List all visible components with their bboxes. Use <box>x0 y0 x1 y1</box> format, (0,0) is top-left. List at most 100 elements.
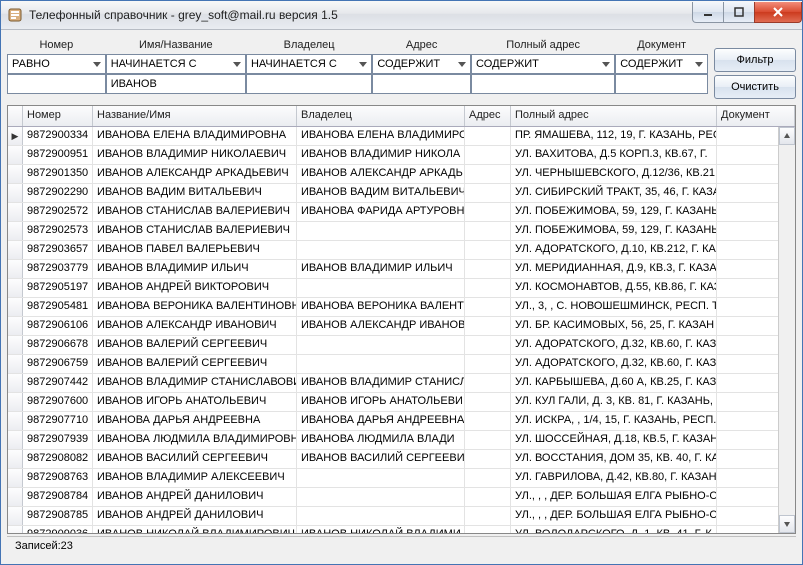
cell[interactable] <box>465 412 511 430</box>
cell[interactable]: 9872902290 <box>23 184 93 202</box>
cell[interactable]: ИВАНОВ АЛЕКСАНДР АРКАДЬЕВИЧ <box>93 165 297 183</box>
cell[interactable]: 9872909036 <box>23 526 93 533</box>
cell[interactable] <box>465 431 511 449</box>
cell[interactable] <box>297 241 465 259</box>
cell[interactable] <box>297 507 465 525</box>
filter-op-name[interactable]: НАЧИНАЕТСЯ С <box>106 54 246 74</box>
filter-op-owner[interactable]: НАЧИНАЕТСЯ С <box>246 54 372 74</box>
cell[interactable]: 9872907442 <box>23 374 93 392</box>
cell[interactable] <box>465 298 511 316</box>
cell[interactable]: ИВАНОВ СТАНИСЛАВ ВАЛЕРИЕВИЧ <box>93 222 297 240</box>
cell[interactable] <box>465 241 511 259</box>
cell[interactable]: ИВАНОВ АНДРЕЙ ДАНИЛОВИЧ <box>93 488 297 506</box>
grid-header-document[interactable]: Документ <box>717 106 795 126</box>
cell[interactable]: 9872905481 <box>23 298 93 316</box>
cell[interactable]: 9872907939 <box>23 431 93 449</box>
cell[interactable]: 9872908784 <box>23 488 93 506</box>
cell[interactable] <box>465 279 511 297</box>
cell[interactable] <box>465 469 511 487</box>
grid-header-number[interactable]: Номер <box>23 106 93 126</box>
cell[interactable] <box>465 336 511 354</box>
cell[interactable]: 9872902572 <box>23 203 93 221</box>
cell[interactable]: УЛ. ЧЕРНЫШЕВСКОГО, Д.12/36, КВ.21, <box>511 165 717 183</box>
cell[interactable]: УЛ. АДОРАТСКОГО, Д.10, КВ.212, Г. КА <box>511 241 717 259</box>
table-row[interactable]: 9872907600ИВАНОВ ИГОРЬ АНАТОЛЬЕВИЧИВАНОВ… <box>8 393 795 412</box>
table-row[interactable]: 9872905481ИВАНОВА ВЕРОНИКА ВАЛЕНТИНОВНАИ… <box>8 298 795 317</box>
cell[interactable]: 9872908785 <box>23 507 93 525</box>
maximize-button[interactable] <box>723 2 755 23</box>
table-row[interactable]: 9872909036ИВАНОВ НИКОЛАЙ ВЛАДИМИРОВИЧИВА… <box>8 526 795 533</box>
minimize-button[interactable] <box>692 2 724 23</box>
cell[interactable]: 9872908763 <box>23 469 93 487</box>
table-row[interactable]: 9872908785ИВАНОВ АНДРЕЙ ДАНИЛОВИЧУЛ., , … <box>8 507 795 526</box>
cell[interactable] <box>465 146 511 164</box>
cell[interactable]: УЛ. ВОЛОДАРСКОГО, Д. 1, КВ. 41, Г. К <box>511 526 717 533</box>
grid-header-address[interactable]: Адрес <box>465 106 511 126</box>
cell[interactable]: УЛ. КОСМОНАВТОВ, Д.55, КВ.86, Г. КАЗ <box>511 279 717 297</box>
cell[interactable]: УЛ., , , ДЕР. БОЛЬШАЯ ЕЛГА РЫБНО-С <box>511 488 717 506</box>
cell[interactable]: ИВАНОВ АНДРЕЙ ВИКТОРОВИЧ <box>93 279 297 297</box>
vertical-scrollbar[interactable] <box>778 127 795 533</box>
cell[interactable]: УЛ. ШОССЕЙНАЯ, Д.18, КВ.5, Г. КАЗАН <box>511 431 717 449</box>
cell[interactable]: ИВАНОВА ЕЛЕНА ВЛАДИМИРО <box>297 127 465 145</box>
cell[interactable]: ИВАНОВА ДАРЬЯ АНДРЕЕВНА <box>93 412 297 430</box>
filter-value-name[interactable]: ИВАНОВ <box>106 74 246 94</box>
cell[interactable]: 9872907710 <box>23 412 93 430</box>
cell[interactable]: УЛ., , , ДЕР. БОЛЬШАЯ ЕЛГА РЫБНО-С <box>511 507 717 525</box>
table-row[interactable]: 9872901350ИВАНОВ АЛЕКСАНДР АРКАДЬЕВИЧИВА… <box>8 165 795 184</box>
table-row[interactable]: 9872906759ИВАНОВ ВАЛЕРИЙ СЕРГЕЕВИЧУЛ. АД… <box>8 355 795 374</box>
table-row[interactable]: ▶9872900334ИВАНОВА ЕЛЕНА ВЛАДИМИРОВНАИВА… <box>8 127 795 146</box>
scroll-up-arrow[interactable] <box>779 127 795 145</box>
cell[interactable]: ИВАНОВ ПАВЕЛ ВАЛЕРЬЕВИЧ <box>93 241 297 259</box>
cell[interactable]: 9872901350 <box>23 165 93 183</box>
scroll-down-arrow[interactable] <box>779 515 795 533</box>
filter-op-fulladdress[interactable]: СОДЕРЖИТ <box>471 54 615 74</box>
cell[interactable]: ИВАНОВ ИГОРЬ АНАТОЛЬЕВИЧ <box>93 393 297 411</box>
data-grid[interactable]: Номер Название/Имя Владелец Адрес Полный… <box>7 105 796 534</box>
cell[interactable] <box>465 526 511 533</box>
cell[interactable]: ИВАНОВ СТАНИСЛАВ ВАЛЕРИЕВИЧ <box>93 203 297 221</box>
cell[interactable] <box>297 469 465 487</box>
cell[interactable]: ИВАНОВ АЛЕКСАНДР ИВАНОВ <box>297 317 465 335</box>
cell[interactable]: ИВАНОВ НИКОЛАЙ ВЛАДИМИРОВИЧ <box>93 526 297 533</box>
cell[interactable] <box>465 393 511 411</box>
clear-button[interactable]: Очистить <box>714 75 796 99</box>
cell[interactable]: 9872903779 <box>23 260 93 278</box>
grid-header-owner[interactable]: Владелец <box>297 106 465 126</box>
cell[interactable]: ИВАНОВА ФАРИДА АРТУРОВН <box>297 203 465 221</box>
cell[interactable]: ИВАНОВА ВЕРОНИКА ВАЛЕНТ <box>297 298 465 316</box>
cell[interactable]: УЛ., 3, , С. НОВОШЕШМИНСК, РЕСП. Т <box>511 298 717 316</box>
table-row[interactable]: 9872907710ИВАНОВА ДАРЬЯ АНДРЕЕВНАИВАНОВА… <box>8 412 795 431</box>
cell[interactable]: УЛ. АДОРАТСКОГО, Д.32, КВ.60, Г. КАЗ <box>511 355 717 373</box>
cell[interactable]: ИВАНОВ ВАДИМ ВИТАЛЬЕВИЧ <box>93 184 297 202</box>
cell[interactable] <box>465 355 511 373</box>
filter-op-number[interactable]: РАВНО <box>7 54 106 74</box>
cell[interactable]: УЛ. МЕРИДИАННАЯ, Д.9, КВ.3, Г. КАЗАН <box>511 260 717 278</box>
cell[interactable] <box>465 260 511 278</box>
cell[interactable] <box>297 279 465 297</box>
cell[interactable] <box>297 488 465 506</box>
cell[interactable]: ИВАНОВ ВЛАДИМИР АЛЕКСЕЕВИЧ <box>93 469 297 487</box>
cell[interactable]: УЛ. АДОРАТСКОГО, Д.32, КВ.60, Г. КАЗ <box>511 336 717 354</box>
table-row[interactable]: 9872908763ИВАНОВ ВЛАДИМИР АЛЕКСЕЕВИЧУЛ. … <box>8 469 795 488</box>
cell[interactable] <box>465 184 511 202</box>
cell[interactable]: 9872900334 <box>23 127 93 145</box>
cell[interactable] <box>465 374 511 392</box>
cell[interactable] <box>465 488 511 506</box>
cell[interactable]: 9872903657 <box>23 241 93 259</box>
cell[interactable]: ИВАНОВ НИКОЛАЙ ВЛАДИМИ <box>297 526 465 533</box>
cell[interactable]: УЛ. ПОБЕЖИМОВА, 59, 129, Г. КАЗАНЬ, <box>511 203 717 221</box>
table-row[interactable]: 9872902573ИВАНОВ СТАНИСЛАВ ВАЛЕРИЕВИЧУЛ.… <box>8 222 795 241</box>
cell[interactable]: 9872905197 <box>23 279 93 297</box>
filter-value-number[interactable] <box>7 74 106 94</box>
cell[interactable]: ИВАНОВА ВЕРОНИКА ВАЛЕНТИНОВНА <box>93 298 297 316</box>
table-row[interactable]: 9872900951ИВАНОВ ВЛАДИМИР НИКОЛАЕВИЧИВАН… <box>8 146 795 165</box>
cell[interactable]: 9872906759 <box>23 355 93 373</box>
filter-value-owner[interactable] <box>246 74 372 94</box>
filter-button[interactable]: Фильтр <box>714 48 796 72</box>
cell[interactable]: ИВАНОВА ЛЮДМИЛА ВЛАДИМИРОВНА <box>93 431 297 449</box>
cell[interactable]: УЛ. ВОССТАНИЯ, ДОМ 35, КВ. 40, Г. КА <box>511 450 717 468</box>
cell[interactable]: УЛ. КУЛ ГАЛИ, Д. 3, КВ. 81, Г. КАЗАНЬ, <box>511 393 717 411</box>
filter-op-document[interactable]: СОДЕРЖИТ <box>615 54 708 74</box>
cell[interactable] <box>465 317 511 335</box>
